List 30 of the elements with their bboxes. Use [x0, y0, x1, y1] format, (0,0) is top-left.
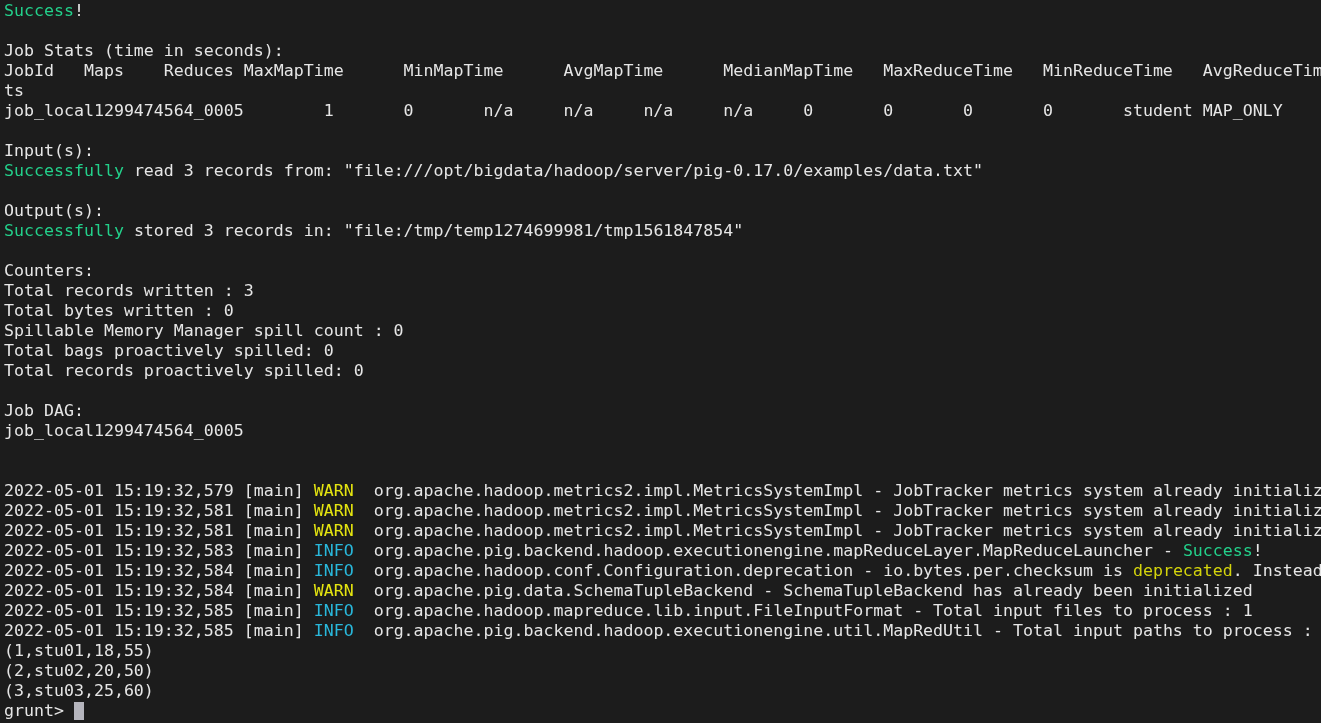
shell-prompt: grunt> [4, 701, 64, 721]
output-line: Total bytes written : 0 [4, 301, 234, 321]
output-line: Total records written : 3 [4, 281, 254, 301]
log-line: 2022-05-01 15:19:32,584 [main] INFO org.apache.hadoop.conf.Configuration.deprecation - io.bytes.per.checksum is deprecated. Instead [4, 561, 1321, 581]
output-line: (2,stu02,20,50) [4, 661, 154, 681]
output-line: Total bags proactively spilled: 0 [4, 341, 334, 361]
log-line: 2022-05-01 15:19:32,581 [main] WARN org.apache.hadoop.metrics2.impl.MetricsSystemImpl - JobTracker metrics system already initializ [4, 501, 1321, 521]
log-line: 2022-05-01 15:19:32,584 [main] WARN org.apache.pig.data.SchemaTupleBackend - SchemaTupleBackend has already been initialized [4, 581, 1253, 601]
output-line: job_local1299474564_0005 [4, 421, 244, 441]
output-line: JobId Maps Reduces MaxMapTime MinMapTime AvgMapTime MedianMapTime MaxReduceTime MinReduceTime AvgReduceTim [4, 61, 1321, 81]
output-line: (1,stu01,18,55) [4, 641, 154, 661]
output-line: Successfully read 3 records from: "file:///opt/bigdata/hadoop/server/pig-0.17.0/examples/data.txt" [4, 161, 984, 181]
output-line: Total records proactively spilled: 0 [4, 361, 364, 381]
output-line: Success! [4, 1, 84, 21]
output-line: Input(s): [4, 141, 94, 161]
text-cursor [73, 702, 84, 720]
log-line: 2022-05-01 15:19:32,585 [main] INFO org.apache.hadoop.mapreduce.lib.input.FileInputFormat - Total input files to process : 1 [4, 601, 1253, 621]
log-line: 2022-05-01 15:19:32,581 [main] WARN org.apache.hadoop.metrics2.impl.MetricsSystemImpl - JobTracker metrics system already initializ [4, 521, 1321, 541]
output-line: Spillable Memory Manager spill count : 0 [4, 321, 404, 341]
output-line: Output(s): [4, 201, 104, 221]
output-line: Job DAG: [4, 401, 84, 421]
output-line: Successfully stored 3 records in: "file:/tmp/temp1274699981/tmp1561847854" [4, 221, 744, 241]
output-line: (3,stu03,25,60) [4, 681, 154, 701]
output-line: Counters: [4, 261, 94, 281]
log-line: 2022-05-01 15:19:32,585 [main] INFO org.apache.pig.backend.hadoop.executionengine.util.MapRedUtil - Total input paths to process : [4, 621, 1313, 641]
output-line: Job Stats (time in seconds): [4, 41, 284, 61]
log-line: 2022-05-01 15:19:32,579 [main] WARN org.apache.hadoop.metrics2.impl.MetricsSystemImpl - JobTracker metrics system already initializ [4, 481, 1321, 501]
log-line: 2022-05-01 15:19:32,583 [main] INFO org.apache.pig.backend.hadoop.executionengine.mapReduceLayer.MapReduceLauncher - Success! [4, 541, 1263, 561]
output-line: ts [4, 81, 24, 101]
output-line: job_local1299474564_0005 1 0 n/a n/a n/a n/a 0 0 0 0 student MAP_ONLY [4, 101, 1283, 121]
